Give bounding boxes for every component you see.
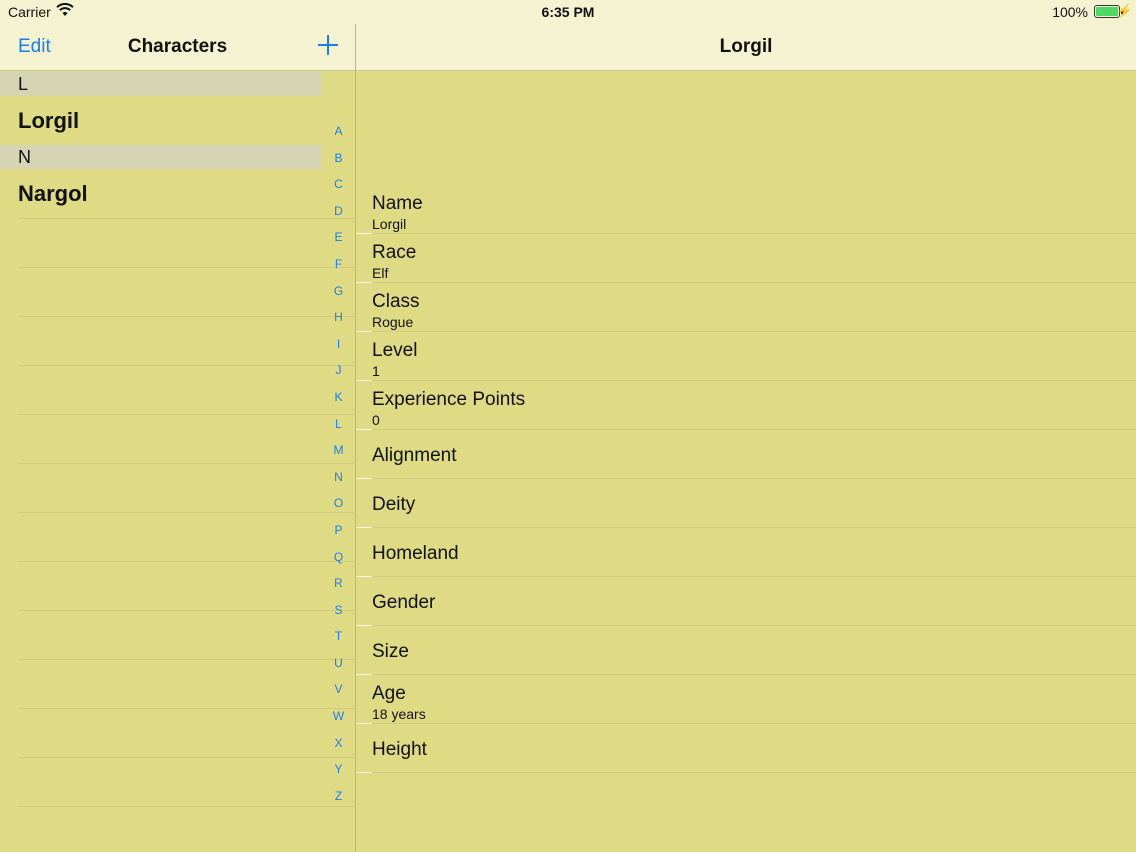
section-header-n: N [0,145,322,169]
index-letter[interactable]: O [322,490,355,517]
row-separator [18,316,355,317]
field-label: Alignment [372,445,457,466]
index-letter[interactable]: P [322,517,355,544]
field-value: 1 [372,363,380,379]
clock: 6:35 PM [541,4,595,20]
field-label: Name [372,193,423,214]
index-letter[interactable]: C [322,171,355,198]
row-separator [18,610,355,611]
index-letter[interactable]: G [322,278,355,305]
index-letter[interactable]: L [322,411,355,438]
status-bar: Carrier 6:35 PM 100% ⚡ [0,0,1136,24]
field-value: Lorgil [372,216,407,232]
section-header-l: L [0,72,322,96]
field-label: Race [372,242,417,263]
index-letter[interactable]: S [322,597,355,624]
index-letter[interactable]: V [322,676,355,703]
row-separator [18,267,355,268]
detail-navbar: Lorgil [356,24,1136,71]
row-separator [18,659,355,660]
index-letter[interactable]: B [322,145,355,172]
field-value: 18 years [372,706,426,722]
index-letter[interactable]: U [322,650,355,677]
row-separator [18,708,355,709]
index-letter[interactable]: J [322,357,355,384]
add-icon[interactable] [315,32,341,58]
row-separator [18,561,355,562]
character-list: L Lorgil N Nargol [0,72,355,852]
charging-icon: ⚡ [1116,3,1133,18]
field-label: Size [372,641,409,662]
field-gender[interactable]: Gender [356,577,1136,626]
field-label: Experience Points [372,389,526,410]
row-separator [18,218,355,219]
row-separator [18,463,355,464]
field-height[interactable]: Height [356,724,1136,773]
index-letter[interactable]: E [322,224,355,251]
row-separator [18,806,355,807]
field-level[interactable]: Level 1 [356,332,1136,381]
field-size[interactable]: Size [356,626,1136,675]
battery-percent: 100% [1052,4,1088,20]
field-label: Level [372,340,418,361]
list-item[interactable]: Lorgil [0,96,322,145]
row-separator [18,757,355,758]
field-race[interactable]: Race Elf [356,234,1136,283]
list-item[interactable]: Nargol [0,169,322,218]
section-index[interactable]: A B C D E F G H I J K L M N O P Q R S T … [322,118,355,809]
field-label: Height [372,739,427,760]
index-letter[interactable]: Q [322,544,355,571]
field-value: 0 [372,412,380,428]
master-title: Characters [127,36,228,57]
index-letter[interactable]: I [322,331,355,358]
index-letter[interactable]: H [322,304,355,331]
index-letter[interactable]: Z [322,783,355,810]
index-letter[interactable]: A [322,118,355,145]
index-letter[interactable]: F [322,251,355,278]
field-homeland[interactable]: Homeland [356,528,1136,577]
field-value: Rogue [372,314,414,330]
detail-title: Lorgil [719,36,773,57]
field-label: Homeland [372,543,459,564]
character-detail: Name Lorgil Race Elf Class Rogue Level 1… [356,72,1136,852]
index-letter[interactable]: M [322,437,355,464]
index-letter[interactable]: D [322,198,355,225]
field-label: Deity [372,494,416,515]
index-letter[interactable]: N [322,464,355,491]
row-separator [18,512,355,513]
row-separator [18,365,355,366]
row-separator [356,772,1136,773]
field-age[interactable]: Age 18 years [356,675,1136,724]
index-letter[interactable]: T [322,623,355,650]
field-alignment[interactable]: Alignment [356,430,1136,479]
field-deity[interactable]: Deity [356,479,1136,528]
index-letter[interactable]: W [322,703,355,730]
field-experience-points[interactable]: Experience Points 0 [356,381,1136,430]
field-name[interactable]: Name Lorgil [356,185,1136,234]
index-letter[interactable]: R [322,570,355,597]
index-letter[interactable]: Y [322,756,355,783]
field-value: Elf [372,265,389,281]
row-separator [18,414,355,415]
field-label: Class [372,291,420,312]
index-letter[interactable]: X [322,730,355,757]
field-label: Age [372,683,406,704]
field-class[interactable]: Class Rogue [356,283,1136,332]
separator-tick [356,772,372,773]
field-label: Gender [372,592,436,613]
index-letter[interactable]: K [322,384,355,411]
master-navbar: Edit Characters [0,24,355,71]
